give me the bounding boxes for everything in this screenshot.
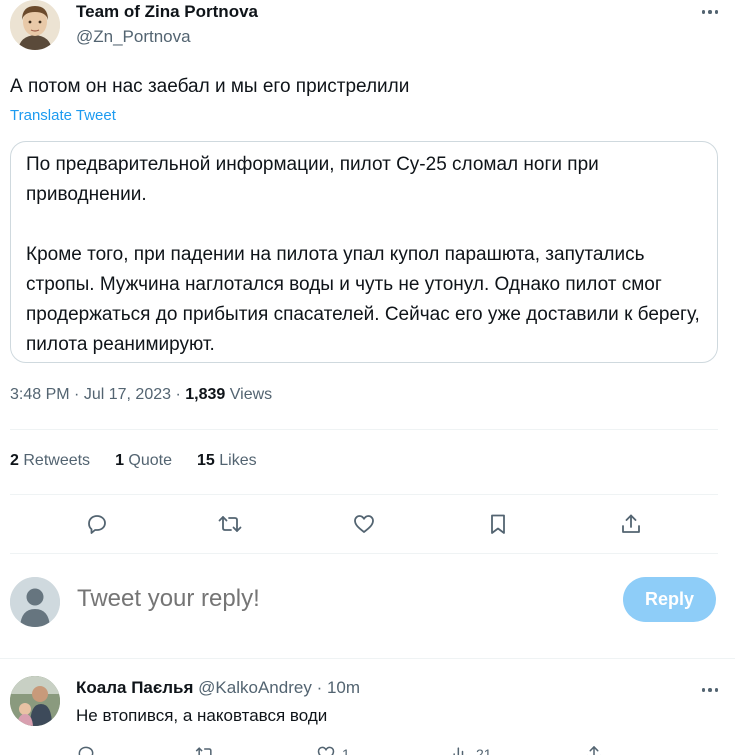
likes-count: 15 [197, 452, 215, 469]
comment-reply-button[interactable] [76, 744, 96, 755]
retweets-label: Retweets [23, 452, 91, 469]
more-icon[interactable] [695, 2, 725, 22]
comment-views-count: 21 [476, 746, 492, 755]
tweet-time[interactable]: 3:48 PM [10, 386, 70, 403]
author-handle[interactable]: @Zn_Portnova [76, 27, 191, 47]
views-icon [453, 747, 468, 755]
author-name[interactable]: Team of Zina Portnova [76, 2, 258, 22]
divider [10, 494, 718, 495]
quotes-stat[interactable]: 1 Quote [115, 452, 172, 470]
quoted-text-card: По предварительной информации, пилот Су-… [10, 141, 718, 363]
bookmark-button[interactable] [478, 504, 518, 544]
reply-submit-button[interactable]: Reply [623, 577, 716, 622]
commenter-avatar[interactable] [10, 676, 60, 726]
retweet-button[interactable] [210, 504, 250, 544]
share-icon [622, 514, 641, 533]
comment-like-count: 1 [342, 746, 350, 755]
tweet-date[interactable]: Jul 17, 2023 [84, 386, 171, 403]
tweet-actions [10, 500, 718, 548]
comment-retweet-button[interactable] [194, 744, 216, 755]
comment-actions: 1 21 [76, 744, 636, 755]
views-label: Views [229, 386, 273, 403]
like-icon [354, 515, 374, 533]
comment-time[interactable]: 10m [327, 678, 360, 697]
divider [10, 553, 718, 554]
comment-text: Не втопився, а наковтався води [76, 706, 328, 725]
engagement-stats: 2 Retweets 1 Quote 15 Likes [10, 452, 282, 470]
likes-stat[interactable]: 15 Likes [197, 452, 257, 470]
retweet-icon [218, 516, 242, 532]
comment-like-button[interactable]: 1 [316, 744, 350, 755]
commenter-handle[interactable]: @KalkoAndrey [198, 678, 312, 697]
likes-label: Likes [219, 452, 257, 469]
commenter-name[interactable]: Коала Паєлья [76, 678, 193, 697]
quote-paragraph-2: Кроме того, при падении на пилота упал к… [26, 244, 700, 355]
bookmark-icon [490, 514, 505, 534]
reply-input[interactable] [77, 585, 597, 613]
reply-icon [78, 746, 94, 755]
translate-tweet-link[interactable]: Translate Tweet [10, 107, 116, 124]
like-button[interactable] [344, 504, 384, 544]
quotes-label: Quote [128, 452, 173, 469]
user-avatar [10, 577, 60, 627]
reply-button[interactable] [77, 504, 117, 544]
tweet-header: Team of Zina Portnova @Zn_Portnova [10, 0, 725, 60]
comment-views-button[interactable]: 21 [450, 744, 492, 755]
like-icon [317, 746, 335, 755]
divider [0, 658, 735, 659]
comment-share-button[interactable] [584, 744, 604, 755]
reply-icon [87, 515, 106, 534]
share-button[interactable] [611, 504, 651, 544]
retweets-stat[interactable]: 2 Retweets [10, 452, 90, 470]
tweet-text: А потом он нас заебал и мы его пристрели… [10, 76, 410, 97]
comment-header: Коала Паєлья @KalkoAndrey · 10m [76, 678, 361, 697]
tweet-meta: 3:48 PM · Jul 17, 2023 · 1,839 Views [10, 386, 273, 403]
retweets-count: 2 [10, 452, 19, 469]
quotes-count: 1 [115, 452, 124, 469]
views-count: 1,839 [185, 386, 226, 403]
author-avatar[interactable] [10, 0, 60, 50]
comment-more-icon[interactable] [695, 680, 725, 700]
share-icon [586, 746, 602, 755]
divider [10, 429, 718, 430]
retweet-icon [195, 747, 212, 755]
quote-paragraph-1: По предварительной информации, пилот Су-… [26, 154, 599, 205]
